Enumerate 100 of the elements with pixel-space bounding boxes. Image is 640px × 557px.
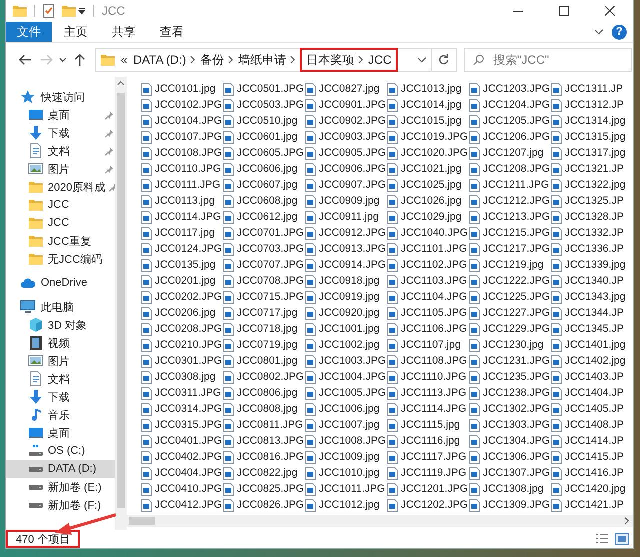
file-item[interactable]: JCC1115.jpg: [387, 417, 469, 433]
details-view-icon[interactable]: [595, 533, 609, 545]
file-item[interactable]: JCC0813.JPG: [223, 433, 305, 449]
overflow-button[interactable]: «: [120, 53, 128, 67]
search-input[interactable]: 搜索"JCC": [493, 53, 624, 67]
file-item[interactable]: JCC0601.jpg: [223, 129, 305, 145]
file-item[interactable]: JCC1113.JPG: [387, 385, 469, 401]
file-item[interactable]: JCC1007.jpg: [305, 417, 387, 433]
file-item[interactable]: JCC1230.jpg: [469, 337, 551, 353]
help-button[interactable]: ?: [612, 24, 627, 40]
nav-item[interactable]: 文档: [6, 370, 115, 388]
breadcrumb[interactable]: 日本奖项: [306, 52, 354, 68]
file-item[interactable]: JCC0801.jpg: [223, 353, 305, 369]
breadcrumb[interactable]: DATA (D:): [134, 53, 186, 67]
file-item[interactable]: JCC1415.JP: [551, 449, 633, 465]
file-item[interactable]: JCC1040.JPG: [387, 225, 469, 241]
file-item[interactable]: JCC1105.JPG: [387, 305, 469, 321]
file-item[interactable]: JCC0717.jpg: [223, 305, 305, 321]
file-item[interactable]: JCC1015.jpg: [387, 113, 469, 129]
pin-icon[interactable]: [105, 164, 114, 174]
pin-icon[interactable]: [105, 146, 114, 156]
nav-item[interactable]: 图片: [6, 160, 115, 178]
file-item[interactable]: JCC1106.JPG: [387, 321, 469, 337]
file-item[interactable]: JCC1332.JP: [551, 225, 633, 241]
file-item[interactable]: JCC1202.JPG: [387, 497, 469, 513]
nav-item[interactable]: 无JCC编码: [6, 250, 115, 268]
file-item[interactable]: JCC1021.jpg: [387, 161, 469, 177]
file-item[interactable]: JCC1403.JP: [551, 369, 633, 385]
file-item[interactable]: JCC0110.JPG: [141, 161, 223, 177]
file-item[interactable]: JCC1343.jpg: [551, 289, 633, 305]
file-item[interactable]: JCC1231.JPG: [469, 353, 551, 369]
file-item[interactable]: JCC0206.jpg: [141, 305, 223, 321]
file-item[interactable]: JCC1215.JPG: [469, 225, 551, 241]
nav-item[interactable]: DATA (D:): [6, 460, 115, 478]
file-item[interactable]: JCC1116.jpg: [387, 433, 469, 449]
file-item[interactable]: JCC0114.JPG: [141, 209, 223, 225]
file-item[interactable]: JCC0308.jpg: [141, 369, 223, 385]
pin-icon[interactable]: [105, 128, 114, 138]
file-item[interactable]: JCC0719.jpg: [223, 337, 305, 353]
address-bar[interactable]: « DATA (D:) 备份 墙纸申请 日本奖项 JCC: [94, 48, 432, 72]
breadcrumb[interactable]: 备份: [200, 52, 224, 68]
file-item[interactable]: JCC1219.jpg: [469, 257, 551, 273]
file-item[interactable]: JCC0907.JPG: [305, 177, 387, 193]
file-item[interactable]: JCC0816.JPG: [223, 449, 305, 465]
file-item[interactable]: JCC0501.JPG: [223, 81, 305, 97]
file-item[interactable]: JCC1211.JPG: [469, 177, 551, 193]
file-item[interactable]: JCC1309.JPG: [469, 497, 551, 513]
file-item[interactable]: JCC1003.JPG: [305, 353, 387, 369]
file-item[interactable]: JCC1213.JPG: [469, 209, 551, 225]
file-item[interactable]: JCC0410.JPG: [141, 481, 223, 497]
file-item[interactable]: JCC1304.JPG: [469, 433, 551, 449]
file-item[interactable]: JCC1404.JP: [551, 385, 633, 401]
file-item[interactable]: JCC1012.jpg: [305, 497, 387, 513]
file-item[interactable]: JCC1322.jpg: [551, 177, 633, 193]
file-item[interactable]: JCC0913.JPG: [305, 241, 387, 257]
file-item[interactable]: JCC1002.jpg: [305, 337, 387, 353]
file-item[interactable]: JCC0811.JPG: [223, 417, 305, 433]
file-item[interactable]: JCC0703.JPG: [223, 241, 305, 257]
file-item[interactable]: JCC0102.JPG: [141, 97, 223, 113]
file-item[interactable]: JCC0311.JPG: [141, 385, 223, 401]
file-item[interactable]: JCC0208.JPG: [141, 321, 223, 337]
pin-icon[interactable]: [105, 110, 114, 120]
file-item[interactable]: JCC1005.JPG: [305, 385, 387, 401]
file-item[interactable]: JCC0124.JPG: [141, 241, 223, 257]
file-item[interactable]: JCC1102.JPG: [387, 257, 469, 273]
chevron-down-icon[interactable]: [594, 27, 604, 37]
file-item[interactable]: JCC1206.JPG: [469, 129, 551, 145]
file-item[interactable]: JCC0708.JPG: [223, 273, 305, 289]
nav-item[interactable]: OS (C:): [6, 442, 115, 460]
nav-item[interactable]: JCC: [6, 214, 115, 232]
file-item[interactable]: JCC0612.jpg: [223, 209, 305, 225]
file-item[interactable]: JCC0107.JPG: [141, 129, 223, 145]
file-item[interactable]: JCC0301.JPG: [141, 353, 223, 369]
file-item[interactable]: JCC1227.JPG: [469, 305, 551, 321]
nav-item[interactable]: 下载: [6, 124, 115, 142]
file-item[interactable]: JCC0918.jpg: [305, 273, 387, 289]
nav-item[interactable]: JCC: [6, 196, 115, 214]
chevron-down-icon[interactable]: [416, 55, 427, 65]
file-item[interactable]: JCC1029.jpg: [387, 209, 469, 225]
nav-item[interactable]: 文档: [6, 142, 115, 160]
file-item[interactable]: JCC1103.JPG: [387, 273, 469, 289]
scrollbar-thumb[interactable]: [117, 93, 125, 508]
file-item[interactable]: JCC0718.jpg: [223, 321, 305, 337]
file-item[interactable]: JCC1308.jpg: [469, 481, 551, 497]
file-item[interactable]: JCC1006.jpg: [305, 401, 387, 417]
file-item[interactable]: JCC0113.jpg: [141, 193, 223, 209]
nav-item[interactable]: 桌面: [6, 424, 115, 442]
file-item[interactable]: JCC1107.jpg: [387, 337, 469, 353]
file-item[interactable]: JCC0201.jpg: [141, 273, 223, 289]
file-item[interactable]: JCC0404.JPG: [141, 465, 223, 481]
file-item[interactable]: JCC0117.jpg: [141, 225, 223, 241]
file-item[interactable]: JCC0919.jpg: [305, 289, 387, 305]
file-item[interactable]: JCC1020.JPG: [387, 145, 469, 161]
file-item[interactable]: JCC0715.JPG: [223, 289, 305, 305]
file-item[interactable]: JCC1340.JP: [551, 273, 633, 289]
file-item[interactable]: JCC1119.JPG: [387, 465, 469, 481]
search-field[interactable]: 搜索"JCC": [464, 48, 632, 72]
file-item[interactable]: JCC1307.JPG: [469, 465, 551, 481]
file-item[interactable]: JCC1238.JPG: [469, 385, 551, 401]
nav-item[interactable]: 桌面: [6, 106, 115, 124]
